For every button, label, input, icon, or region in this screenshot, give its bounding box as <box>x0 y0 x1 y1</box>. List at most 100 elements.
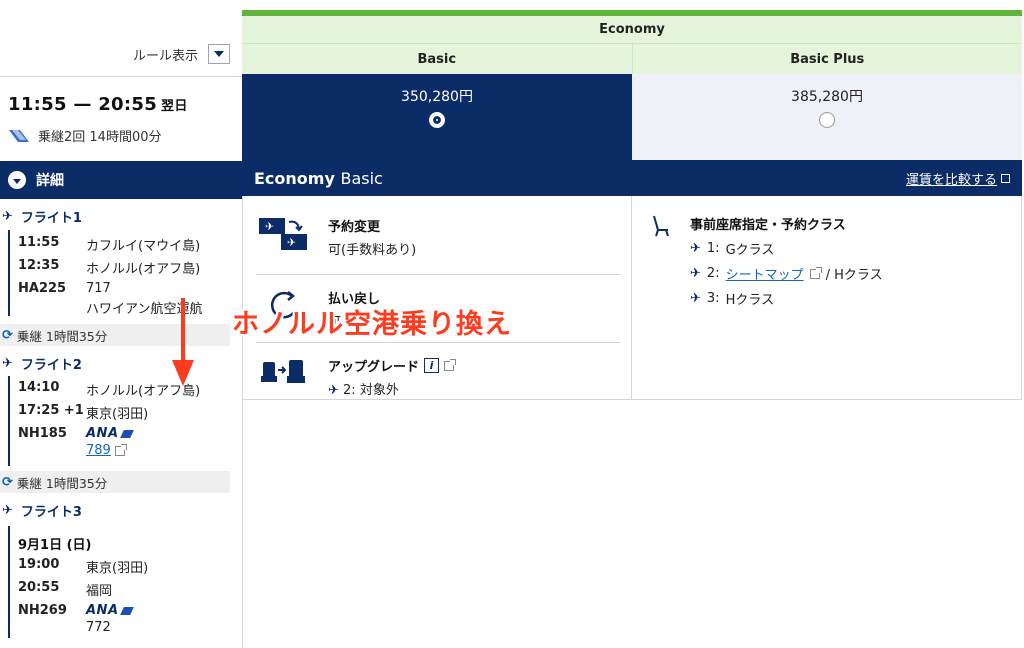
price-option-basic-plus[interactable]: 385,280円 <box>632 74 1022 160</box>
plane-icon: ✈ <box>2 356 13 371</box>
seat-line-class: / Hクラス <box>825 268 883 283</box>
seat-icon <box>650 214 674 308</box>
transfer-text: 乗継 1時間35分 <box>16 328 108 344</box>
fare-title: Economy Basic <box>254 168 383 188</box>
change-condition: ✈ ✈ 予約変更 可(手数料あり) <box>256 216 620 258</box>
external-link-icon <box>809 266 822 279</box>
compare-fares-link[interactable]: 運賃を比較する <box>906 169 1010 188</box>
ana-logo: ANA <box>86 426 134 441</box>
external-link-icon[interactable] <box>444 358 457 371</box>
divider <box>256 342 620 343</box>
flight-2-header: ✈ フライト2 <box>2 354 82 373</box>
arr-time: 17:25 +1 <box>18 403 84 418</box>
change-value: 可(手数料あり) <box>328 243 417 258</box>
tier-basic-plus: Basic Plus <box>632 44 1022 74</box>
seat-map-link[interactable]: シートマップ <box>726 264 804 283</box>
info-icon[interactable]: i <box>424 358 440 373</box>
divider <box>0 76 242 77</box>
fare-conditions-left: ✈ ✈ 予約変更 可(手数料あり) 払い戻し 可 アップグレード i ✈ 2: … <box>242 196 632 400</box>
seat-line-1: ✈ 1: Gクラス <box>690 239 883 258</box>
seat-selection-condition: 事前座席指定・予約クラス ✈ 1: Gクラス ✈ 2: シートマップ / Hクラ… <box>650 214 883 308</box>
transfer-icon: ⟳ <box>2 474 13 490</box>
seat-title: 事前座席指定・予約クラス <box>690 218 846 233</box>
dep-airport: カフルイ(マウイ島) <box>86 239 201 254</box>
aircraft-type: 717 <box>86 281 111 296</box>
flight-3-arrival: 20:55 福岡 <box>18 580 112 599</box>
fare-conditions: ✈ ✈ 予約変更 可(手数料あり) 払い戻し 可 アップグレード i ✈ 2: … <box>242 196 1022 400</box>
flight-number: HA225 <box>18 281 67 296</box>
svg-text:✈: ✈ <box>287 236 296 249</box>
seat-line-3: ✈ 3: Hクラス <box>690 289 883 308</box>
flight-date: 9月1日 (日) <box>18 538 92 553</box>
itinerary-time-range: 11:55 — 20:55 翌日 <box>8 94 188 115</box>
flight-number: NH269 <box>18 603 67 618</box>
seat-line-prefix: 2: <box>706 266 720 281</box>
dep-time: 11:55 <box>18 235 60 250</box>
time-range-text: 11:55 — 20:55 <box>8 94 158 115</box>
flight-1-arrival: 12:35 ホノルル(オアフ島) <box>18 258 200 277</box>
arr-time: 12:35 <box>18 258 60 273</box>
arr-airport: 東京(羽田) <box>86 407 149 422</box>
annotation-arrow-icon <box>172 298 194 386</box>
annotation-text: ホノルル空港乗り換え <box>232 309 512 340</box>
upgrade-title: アップグレード <box>328 360 420 375</box>
transit-summary: 乗継2回 14時間00分 <box>8 126 162 145</box>
tier-basic: Basic <box>242 44 633 74</box>
upgrade-value-row: ✈ 2: 対象外 <box>328 379 454 398</box>
price-row: 350,280円 385,280円 <box>242 74 1022 160</box>
price-radio[interactable] <box>819 112 835 128</box>
external-link-icon <box>114 443 127 456</box>
seat-line-prefix: 3: <box>706 291 720 306</box>
seat-line-2: ✈ 2: シートマップ / Hクラス <box>690 264 883 283</box>
plane-icon: ✈ <box>2 503 13 518</box>
arr-airport: ホノルル(オアフ島) <box>86 262 201 277</box>
plane-icon: ✈ <box>690 241 701 256</box>
transfer-icon: ⟳ <box>2 327 13 343</box>
change-title: 予約変更 <box>328 220 381 235</box>
seat-line-prefix: 1: <box>706 241 720 256</box>
upgrade-condition: アップグレード i ✈ 2: 対象外 <box>256 356 620 398</box>
flight-3-header: ✈ フライト3 <box>2 501 82 520</box>
arr-airport: 福岡 <box>86 584 113 599</box>
dep-time: 14:10 <box>18 380 60 395</box>
rule-display-dropdown[interactable] <box>208 44 230 64</box>
fare-title-bar: Economy Basic 運賃を比較する <box>242 160 1022 196</box>
dep-airport: 東京(羽田) <box>86 561 149 576</box>
compare-fares-label: 運賃を比較する <box>905 172 997 188</box>
price-option-basic[interactable]: 350,280円 <box>242 74 632 160</box>
cabin-header: Economy <box>242 16 1022 44</box>
aircraft-type: 772 <box>86 620 111 635</box>
ana-logo: ANA <box>86 603 134 618</box>
seat-line-class: Gクラス <box>725 243 775 258</box>
detail-toggle[interactable]: 詳細 <box>0 161 242 199</box>
svg-text:✈: ✈ <box>265 220 274 233</box>
flight-timeline <box>8 376 10 466</box>
airline-logo-icon <box>9 129 29 142</box>
plane-icon: ✈ <box>690 291 701 306</box>
upgrade-title-row: アップグレード i <box>328 356 457 375</box>
flight-2-info: NH185 ANA 789 <box>18 426 134 458</box>
fare-tier-row: Basic Basic Plus <box>242 44 1022 74</box>
flight-label: フライト3 <box>20 505 82 520</box>
price-radio-selected[interactable] <box>429 112 445 128</box>
flight-1-header: ✈ フライト1 <box>2 207 82 226</box>
dep-time: 19:00 <box>18 557 60 572</box>
flight-3-info: NH269 ANA 772 <box>18 603 134 635</box>
seat-upgrade-icon <box>256 356 312 396</box>
flight-timeline <box>8 230 10 316</box>
ticket-change-icon: ✈ ✈ <box>256 216 312 256</box>
aircraft-link[interactable]: 789 <box>86 443 111 458</box>
chevron-down-icon <box>214 51 224 57</box>
flight-label: フライト2 <box>20 358 82 373</box>
flight-label: フライト1 <box>20 211 82 226</box>
plane-icon: ✈ <box>2 209 13 224</box>
plane-icon: ✈ <box>690 266 701 281</box>
transfer-info: ⟳ 乗継 1時間35分 <box>0 471 230 493</box>
itinerary-panel: ルール表示 11:55 — 20:55 翌日 乗継2回 14時間00分 詳細 ✈ … <box>0 0 242 648</box>
flight-timeline <box>8 526 10 638</box>
price-value: 350,280円 <box>401 89 473 105</box>
flight-1-departure: 11:55 カフルイ(マウイ島) <box>18 235 200 254</box>
chevron-down-icon <box>8 171 26 189</box>
arr-time: 20:55 <box>18 580 60 595</box>
flight-3-departure: 19:00 東京(羽田) <box>18 557 148 576</box>
